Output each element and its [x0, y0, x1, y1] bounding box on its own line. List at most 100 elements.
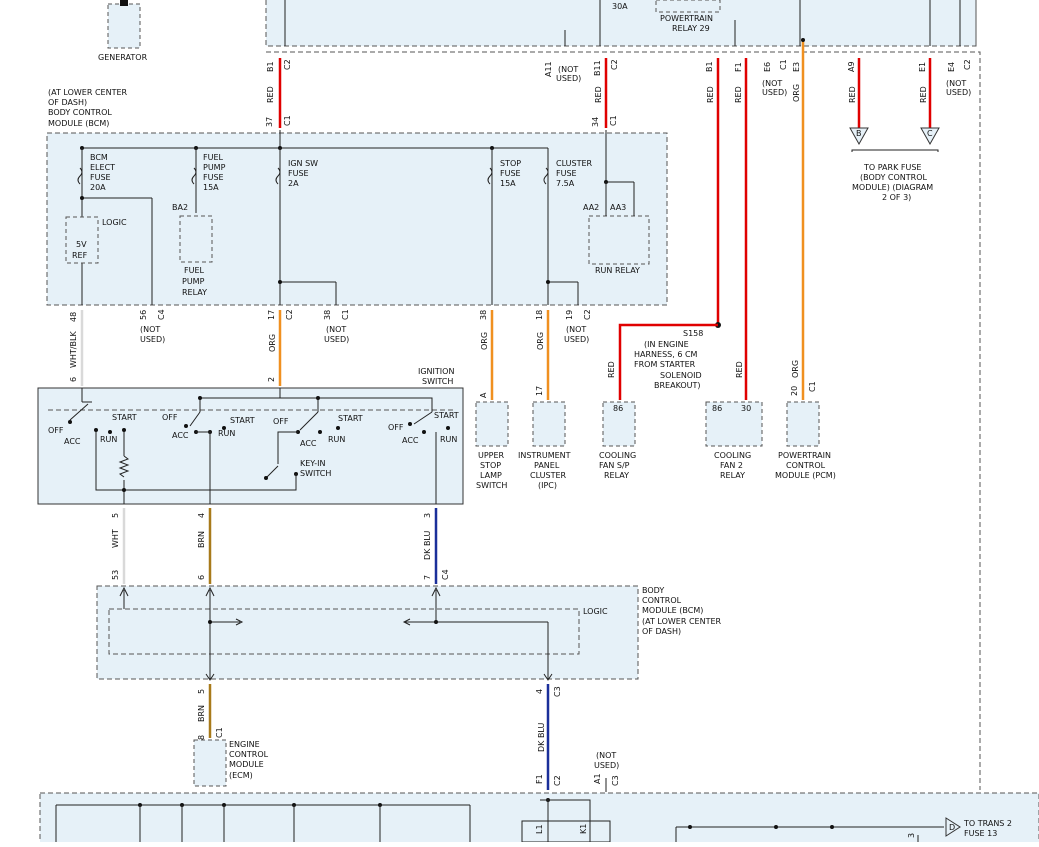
svg-text:STOP: STOP [500, 159, 521, 168]
generator-block: GENERATOR [98, 0, 148, 62]
svg-text:RUN: RUN [100, 435, 117, 444]
svg-text:5V: 5V [76, 240, 87, 249]
svg-text:FUEL: FUEL [203, 153, 224, 162]
svg-text:ACC: ACC [300, 439, 317, 448]
svg-text:C2: C2 [283, 59, 292, 70]
svg-text:6: 6 [197, 575, 206, 580]
powertrain-control-module: 20 C1 POWERTRAIN CONTROL MODULE (PCM) [775, 381, 836, 480]
wiring-diagram: GENERATOR 30A POWERTRAIN RELAY 29 B1 C2 … [0, 0, 1039, 847]
svg-text:SWITCH: SWITCH [476, 481, 507, 490]
lower-wire-labels: 5 4 3 WHT BRN DK BLU 53 6 7 C4 [111, 513, 450, 580]
svg-text:BCM: BCM [90, 153, 108, 162]
svg-text:MODULE (PCM): MODULE (PCM) [775, 471, 836, 480]
svg-text:2 OF 3): 2 OF 3) [882, 193, 911, 202]
svg-text:C1: C1 [609, 115, 618, 126]
svg-text:LAMP: LAMP [480, 471, 502, 480]
svg-text:USED): USED) [762, 88, 787, 97]
top-pins: B1 C2 RED A11 (NOT USED) B11 C2 RED B1 R… [266, 59, 972, 103]
instrument-panel-cluster: 17 INSTRUMENT PANEL CLUSTER (IPC) [518, 386, 571, 490]
svg-text:(NOT: (NOT [558, 65, 578, 74]
svg-text:5: 5 [111, 513, 120, 518]
svg-text:FUSE: FUSE [500, 169, 521, 178]
svg-text:15A: 15A [500, 179, 516, 188]
svg-text:AA3: AA3 [610, 203, 626, 212]
svg-text:(NOT: (NOT [946, 79, 966, 88]
svg-text:MODULE: MODULE [229, 760, 264, 769]
svg-text:USED): USED) [556, 74, 581, 83]
svg-text:FUEL: FUEL [184, 266, 205, 275]
svg-text:(NOT: (NOT [596, 751, 616, 760]
svg-text:WHT: WHT [111, 529, 120, 548]
svg-text:K1: K1 [579, 824, 588, 834]
svg-text:6: 6 [69, 377, 78, 382]
svg-text:(NOT: (NOT [326, 325, 346, 334]
svg-text:COOLING: COOLING [714, 451, 751, 460]
svg-text:POWERTRAIN: POWERTRAIN [660, 14, 713, 23]
svg-text:GENERATOR: GENERATOR [98, 53, 148, 62]
middle-pins: 48 WHT/BLK 56 C4 (NOT USED) 17 C2 ORG 38… [69, 309, 592, 368]
svg-text:7: 7 [423, 575, 432, 580]
svg-text:OFF: OFF [162, 413, 178, 422]
svg-text:D: D [949, 823, 955, 832]
svg-text:CONTROL: CONTROL [786, 461, 826, 470]
svg-text:RED: RED [734, 86, 743, 103]
svg-text:C3: C3 [611, 775, 620, 786]
svg-text:BREAKOUT): BREAKOUT) [654, 381, 701, 390]
engine-control-module: 8 C1 ENGINE CONTROL MODULE (ECM) [193, 727, 269, 787]
svg-text:SWITCH: SWITCH [422, 377, 453, 386]
svg-text:START: START [338, 414, 363, 423]
svg-text:3: 3 [907, 833, 916, 838]
svg-text:KEY-IN: KEY-IN [300, 459, 325, 468]
svg-text:E3: E3 [792, 62, 801, 72]
svg-text:IGN SW: IGN SW [288, 159, 318, 168]
svg-text:MODULE) (DIAGRAM: MODULE) (DIAGRAM [852, 183, 933, 192]
svg-text:RUN: RUN [440, 435, 457, 444]
svg-text:RED: RED [266, 86, 275, 103]
svg-text:BRN: BRN [197, 531, 206, 548]
svg-text:(IPC): (IPC) [538, 481, 557, 490]
svg-text:86: 86 [712, 404, 722, 413]
park-fuse-connectors: B C TO PARK FUSE (BODY CONTROL MODULE) (… [849, 127, 940, 202]
svg-text:ORG: ORG [480, 332, 489, 350]
svg-text:CONTROL: CONTROL [229, 750, 269, 759]
svg-text:USED): USED) [140, 335, 165, 344]
svg-text:RUN: RUN [218, 429, 235, 438]
svg-text:USED): USED) [564, 335, 589, 344]
svg-text:(ECM): (ECM) [229, 771, 253, 780]
svg-text:ENGINE: ENGINE [229, 740, 260, 749]
svg-text:RUN: RUN [328, 435, 345, 444]
svg-text:RUN RELAY: RUN RELAY [595, 266, 640, 275]
svg-text:OFF: OFF [48, 426, 64, 435]
bcm-top-module: (AT LOWER CENTER OF DASH) BODY CONTROL M… [46, 88, 668, 306]
svg-text:RELAY: RELAY [604, 471, 629, 480]
svg-text:(AT LOWER CENTER: (AT LOWER CENTER [48, 88, 128, 97]
svg-text:E6: E6 [763, 62, 772, 72]
svg-text:ELECT: ELECT [90, 163, 115, 172]
svg-text:20: 20 [790, 386, 799, 396]
svg-text:START: START [434, 411, 459, 420]
svg-text:FAN 2: FAN 2 [720, 461, 743, 470]
svg-text:7.5A: 7.5A [556, 179, 575, 188]
svg-text:(IN ENGINE: (IN ENGINE [644, 340, 689, 349]
svg-text:(NOT: (NOT [762, 79, 782, 88]
svg-text:C4: C4 [441, 569, 450, 580]
svg-text:C3: C3 [553, 686, 562, 697]
svg-text:PANEL: PANEL [534, 461, 560, 470]
svg-text:B: B [856, 129, 862, 138]
svg-text:S158: S158 [683, 329, 703, 338]
svg-text:F1: F1 [734, 62, 743, 72]
svg-text:A: A [479, 392, 488, 398]
svg-text:C1: C1 [215, 727, 224, 738]
svg-text:SWITCH: SWITCH [300, 469, 331, 478]
splice-s158: S158 (IN ENGINE HARNESS, 6 CM FROM START… [607, 329, 800, 390]
svg-text:CONTROL: CONTROL [642, 596, 682, 605]
svg-text:20A: 20A [90, 183, 106, 192]
svg-text:REF: REF [72, 251, 88, 260]
svg-text:ACC: ACC [64, 437, 81, 446]
svg-text:OF DASH): OF DASH) [642, 627, 681, 636]
svg-text:4: 4 [535, 689, 544, 694]
underhood-module: 30A POWERTRAIN RELAY 29 [265, 0, 977, 47]
svg-text:MODULE (BCM): MODULE (BCM) [48, 119, 109, 128]
svg-text:56: 56 [139, 310, 148, 320]
svg-text:ORG: ORG [536, 332, 545, 350]
